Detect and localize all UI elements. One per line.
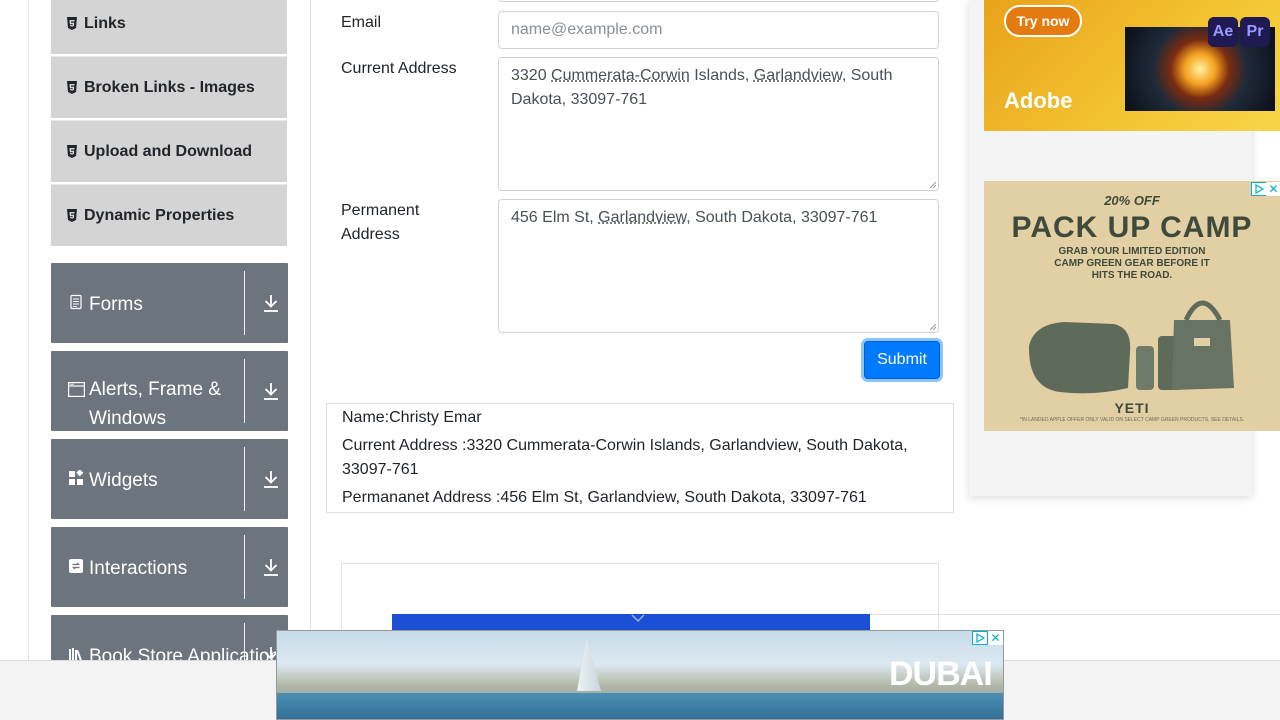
output-permanent-address: Permananet Address :456 Elm St, Garlandv…: [342, 486, 938, 510]
current-address-textarea[interactable]: 3320 Cummerata-Corwin Islands, Garlandvi…: [498, 57, 939, 191]
permanent-address-textarea[interactable]: 456 Elm St, Garlandview, South Dakota, 3…: [498, 199, 939, 333]
left-sidebar: Links Broken Links - Images Upload and D…: [28, 0, 311, 660]
close-icon[interactable]: ✕: [1266, 182, 1280, 196]
address-text: Cummerata-Corwin: [551, 67, 690, 84]
close-icon[interactable]: ✕: [988, 631, 1003, 645]
sidebar-item-upload-download[interactable]: Upload and Download: [51, 120, 287, 182]
sidebar-group-label: Widgets: [89, 466, 239, 495]
dubai-logo: DUBAI: [889, 655, 992, 694]
ad-headline: PACK UP CAMP: [984, 211, 1280, 245]
page: Links Broken Links - Images Upload and D…: [0, 0, 1280, 720]
interactions-icon: [68, 558, 84, 574]
email-label: Email: [341, 11, 381, 35]
sidebar-item-label: Upload and Download: [84, 143, 252, 161]
divider: [244, 359, 245, 423]
output-panel: Name:Christy Emar Current Address :3320 …: [326, 403, 954, 513]
sidebar-group-forms[interactable]: Forms: [51, 263, 288, 343]
sidebar-item-label: Links: [84, 15, 126, 33]
sidebar-group-label: Book Store Application: [89, 642, 239, 660]
sidebar-item-broken-links[interactable]: Broken Links - Images: [51, 56, 287, 118]
divider: [244, 623, 245, 660]
download-arrow-icon[interactable]: [262, 557, 280, 577]
sidebar-item-dynamic-properties[interactable]: Dynamic Properties: [51, 184, 287, 246]
sidebar-group-widgets[interactable]: Widgets: [51, 439, 288, 519]
adchoices-icon[interactable]: [972, 631, 988, 645]
permanent-address-label: Permanent Address: [341, 199, 481, 247]
address-text: , South Dakota, 33097-761: [686, 209, 877, 226]
after-effects-icon: Ae: [1208, 17, 1238, 47]
ad-image: [577, 639, 601, 691]
divider: [870, 614, 1280, 615]
address-text: 3320: [511, 67, 551, 84]
address-text: 456 Elm St,: [511, 209, 598, 226]
html5-icon: [65, 209, 78, 223]
download-arrow-icon[interactable]: [262, 381, 280, 401]
dubai-ad[interactable]: DUBAI: [276, 630, 1004, 720]
html5-icon: [65, 81, 78, 95]
divider: [244, 271, 245, 335]
resize-handle-icon[interactable]: [930, 182, 936, 188]
chevron-down-icon[interactable]: [631, 613, 645, 623]
window-icon: [68, 382, 84, 398]
html5-icon: [65, 17, 78, 31]
html5-icon: [65, 145, 78, 159]
adobe-ad[interactable]: Try now Ae Pr Adobe: [984, 0, 1280, 131]
resize-handle-icon[interactable]: [930, 324, 936, 330]
download-arrow-icon[interactable]: [262, 293, 280, 313]
ad-image: [1024, 276, 1240, 396]
form-icon: [68, 294, 84, 310]
sidebar-group-interactions[interactable]: Interactions: [51, 527, 288, 607]
try-now-button[interactable]: Try now: [1004, 5, 1082, 37]
address-text: Garlandview: [754, 67, 842, 84]
sidebar-group-label: Alerts, Frame & Windows: [89, 375, 239, 433]
premiere-icon: Pr: [1240, 17, 1270, 47]
adobe-logo: Adobe: [1004, 88, 1072, 114]
output-name: Name:Christy Emar: [342, 406, 938, 430]
divider: [244, 535, 245, 599]
yeti-ad[interactable]: 20% OFF PACK UP CAMP GRAB YOUR LIMITED E…: [984, 181, 1280, 431]
divider: [244, 447, 245, 511]
ad-fineprint: *IN LANDED APPLE OFFER ONLY VALID ON SEL…: [984, 417, 1280, 423]
output-current-address: Current Address :3320 Cummerata-Corwin I…: [342, 434, 938, 482]
sidebar-group-alerts[interactable]: Alerts, Frame & Windows: [51, 351, 288, 431]
submit-button[interactable]: Submit: [864, 341, 940, 379]
sidebar-item-label: Dynamic Properties: [84, 207, 234, 225]
full-name-field-bottom[interactable]: [498, 0, 939, 2]
widgets-icon: [68, 470, 84, 486]
address-text: Garlandview: [598, 209, 686, 226]
email-input[interactable]: name@example.com: [498, 11, 939, 49]
current-address-label: Current Address: [341, 57, 457, 81]
adchoices-icon[interactable]: [1251, 182, 1267, 196]
address-text: Islands,: [690, 67, 754, 84]
sidebar-group-label: Forms: [89, 290, 239, 319]
sidebar-group-book-store[interactable]: Book Store Application: [51, 615, 288, 660]
ad-image: [277, 693, 1003, 720]
sidebar-group-label: Interactions: [89, 554, 239, 583]
book-icon: [68, 646, 84, 660]
yeti-logo: YETI: [984, 400, 1280, 416]
download-arrow-icon[interactable]: [262, 469, 280, 489]
sidebar-item-links[interactable]: Links: [51, 0, 287, 54]
ad-promo: 20% OFF: [984, 193, 1280, 208]
sidebar-item-label: Broken Links - Images: [84, 79, 255, 97]
